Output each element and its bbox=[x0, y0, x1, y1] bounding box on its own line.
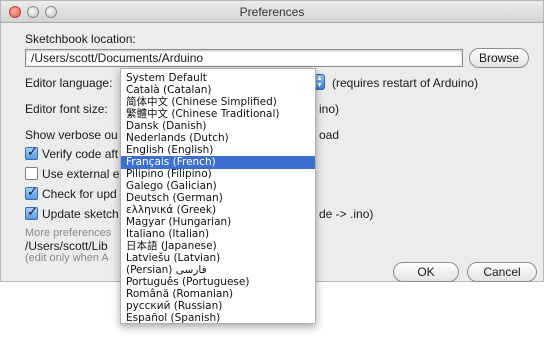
window-title: Preferences bbox=[239, 5, 305, 19]
editor-font-size-label: Editor font size: bbox=[25, 102, 108, 116]
editor-language-label: Editor language: bbox=[25, 76, 113, 90]
verbose-output-tail: oad bbox=[319, 128, 340, 142]
update-sketch-tail: de -> .ino) bbox=[319, 207, 374, 221]
verify-code-checkbox[interactable] bbox=[25, 145, 38, 160]
external-editor-checkbox[interactable] bbox=[25, 167, 38, 180]
restart-note: (requires restart of Arduino) bbox=[332, 76, 479, 90]
title-bar: Preferences bbox=[1, 1, 543, 23]
update-sketch-label: Update sketch bbox=[42, 207, 119, 221]
ok-button[interactable]: OK bbox=[393, 262, 459, 282]
browse-button[interactable]: Browse bbox=[469, 48, 529, 68]
preferences-file-path[interactable]: /Users/scott/Lib bbox=[25, 239, 108, 253]
editor-font-size-tail: ino) bbox=[319, 102, 340, 116]
more-preferences-label: More preferences bbox=[25, 227, 112, 239]
sketchbook-location-label: Sketchbook location: bbox=[25, 32, 136, 46]
cancel-button[interactable]: Cancel bbox=[467, 262, 537, 282]
check-updates-checkbox[interactable] bbox=[25, 185, 38, 200]
external-editor-label: Use external e bbox=[42, 167, 120, 181]
verify-code-label: Verify code aft bbox=[42, 147, 119, 161]
edit-note: (edit only when A bbox=[25, 252, 109, 264]
verbose-output-label: Show verbose ou bbox=[25, 128, 118, 142]
check-updates-label: Check for upd bbox=[42, 187, 117, 201]
preferences-window: Preferences Sketchbook location: /Users/… bbox=[0, 0, 544, 349]
update-sketch-checkbox[interactable] bbox=[25, 205, 38, 220]
language-dropdown-menu: System Default Català (Catalan) 简体中文 (Ch… bbox=[120, 68, 316, 324]
sketchbook-path-input[interactable]: /Users/scott/Documents/Arduino bbox=[25, 49, 463, 67]
language-option[interactable]: Español (Spanish) bbox=[121, 312, 315, 325]
